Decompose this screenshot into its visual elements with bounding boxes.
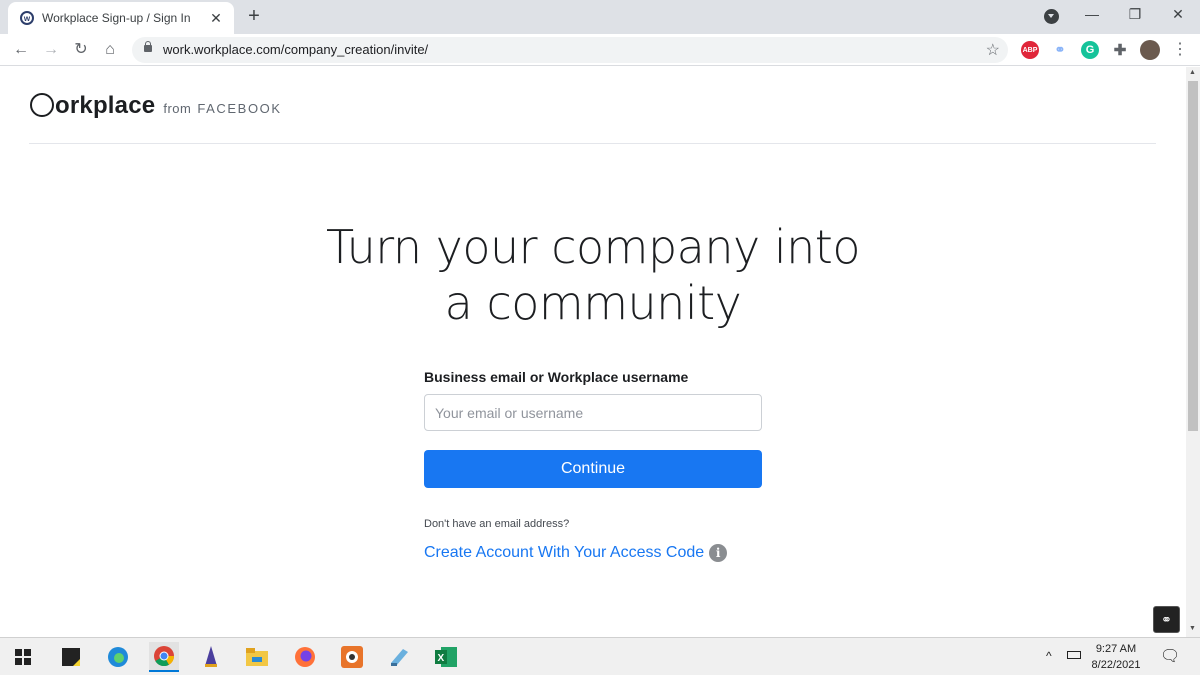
sticky-notes-icon[interactable] (56, 642, 86, 672)
email-input[interactable] (424, 394, 762, 431)
grammarly-icon[interactable]: G (1081, 41, 1099, 59)
new-tab-button[interactable]: + (244, 6, 264, 26)
profile-avatar[interactable] (1140, 40, 1160, 60)
page-content: orkplace from FACEBOOK Turn your company… (0, 67, 1186, 637)
back-button[interactable]: ← (10, 39, 32, 61)
continue-button[interactable]: Continue (424, 450, 762, 488)
excel-icon[interactable]: X (431, 642, 461, 672)
headline-line-1: Turn your company into (326, 220, 860, 274)
battery-icon[interactable] (1067, 651, 1081, 659)
workplace-favicon-icon: w (20, 11, 34, 25)
logo-word: orkplace (55, 92, 156, 119)
photo-app-icon[interactable] (337, 642, 367, 672)
header-divider (29, 143, 1156, 144)
page-headline: Turn your company into a community (0, 219, 1186, 331)
firefox-icon[interactable] (290, 642, 320, 672)
link-extension-icon[interactable]: ⚭ (1051, 41, 1069, 59)
chrome-browser-icon[interactable] (149, 642, 179, 672)
workplace-logo[interactable]: orkplace from FACEBOOK (30, 89, 282, 120)
logo-from: from (163, 101, 192, 116)
clock-date: 8/22/2021 (1091, 659, 1141, 671)
scroll-thumb[interactable] (1188, 81, 1198, 431)
windows-start-icon[interactable] (8, 642, 38, 672)
no-email-text: Don't have an email address? (424, 518, 570, 530)
file-explorer-icon[interactable] (242, 642, 272, 672)
edge-browser-icon[interactable] (103, 642, 133, 672)
signin-form: Business email or Workplace username Con… (424, 369, 762, 562)
info-icon[interactable]: i (709, 544, 728, 562)
adblock-plus-icon[interactable]: ABP (1021, 41, 1039, 59)
page-scrollbar[interactable]: ▲ ▼ (1186, 67, 1200, 637)
app-wizard-icon[interactable] (196, 642, 226, 672)
bookmark-star-icon[interactable]: ☆ (986, 40, 1000, 60)
windows-taskbar: X ^ 9:27 AM 8/22/2021 🗨 (0, 637, 1200, 675)
taskbar-clock[interactable]: 9:27 AM 8/22/2021 (1088, 641, 1144, 673)
tray-chevron-icon[interactable]: ^ (1046, 649, 1052, 663)
tab-title: Workplace Sign-up / Sign In (42, 11, 191, 25)
tab-close-icon[interactable]: ✕ (208, 10, 224, 27)
browser-menu-icon[interactable]: ⋮ (1169, 39, 1191, 61)
address-bar[interactable]: work.workplace.com/company_creation/invi… (132, 37, 1008, 63)
forward-button[interactable]: → (40, 39, 62, 61)
puzzle-icon[interactable]: ✚ (1111, 41, 1129, 59)
notepad-icon[interactable] (384, 642, 414, 672)
browser-tab-strip: w Workplace Sign-up / Sign In ✕ + — ❐ ✕ (0, 0, 1200, 34)
create-account-label[interactable]: Create Account With Your Access Code (424, 544, 704, 562)
home-button[interactable]: ⌂ (99, 39, 121, 61)
notification-icon[interactable]: 🗨 (1160, 646, 1180, 666)
logo-facebook: FACEBOOK (197, 101, 282, 116)
floating-link-icon[interactable]: ⚭ (1153, 606, 1180, 633)
browser-tab[interactable]: w Workplace Sign-up / Sign In ✕ (8, 2, 234, 34)
workplace-w-icon (30, 93, 54, 117)
create-account-link[interactable]: Create Account With Your Access Code i (424, 544, 762, 562)
tab-search-icon[interactable] (1044, 9, 1059, 24)
url-text[interactable]: work.workplace.com/company_creation/invi… (163, 42, 428, 57)
browser-toolbar: ← → ↻ ⌂ work.workplace.com/company_creat… (0, 34, 1200, 66)
lock-icon[interactable] (144, 41, 152, 52)
scroll-up-icon[interactable]: ▲ (1189, 69, 1196, 76)
reload-button[interactable]: ↻ (70, 39, 92, 61)
minimize-button[interactable]: — (1082, 6, 1102, 22)
clock-time: 9:27 AM (1095, 643, 1137, 655)
headline-line-2: a community (444, 276, 742, 330)
close-window-button[interactable]: ✕ (1168, 6, 1188, 23)
restore-button[interactable]: ❐ (1125, 6, 1145, 23)
scroll-down-icon[interactable]: ▼ (1189, 625, 1196, 632)
svg-text:X: X (438, 653, 445, 664)
email-field-label: Business email or Workplace username (424, 369, 689, 385)
